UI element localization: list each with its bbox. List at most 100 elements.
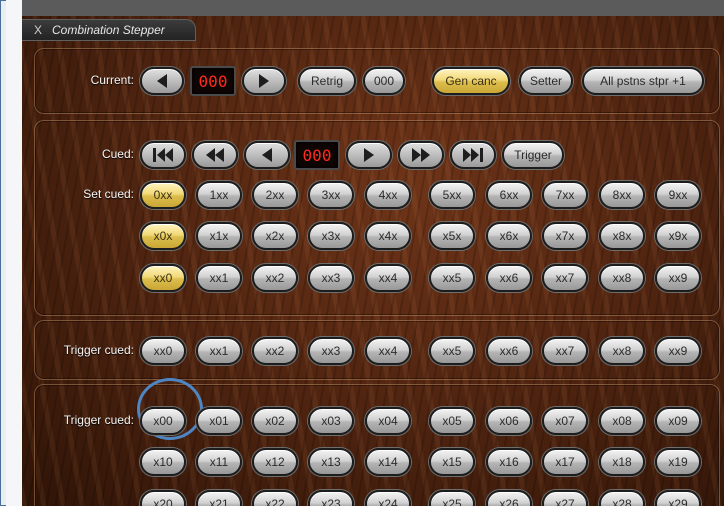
trigger-cued-x15-button[interactable]: x15	[429, 448, 475, 476]
trigger-cued-xx1-button[interactable]: xx1	[196, 337, 242, 365]
trigger-cued-x13-button[interactable]: x13	[308, 448, 354, 476]
set-cued-x6x-button[interactable]: x6x	[486, 222, 532, 250]
set-cued-xx5-button[interactable]: xx5	[429, 264, 475, 292]
current-label: Current:	[90, 73, 134, 87]
trigger-cued-x25-button[interactable]: x25	[429, 490, 475, 506]
set-cued-5xx-button[interactable]: 5xx	[429, 181, 475, 209]
set-cued-3xx-button[interactable]: 3xx	[308, 181, 354, 209]
cued-prev-button[interactable]	[244, 141, 290, 169]
set-cued-xx4-button[interactable]: xx4	[365, 264, 411, 292]
trigger-cued-x04-button[interactable]: x04	[365, 407, 411, 435]
combination-stepper-panel: X Combination Stepper Current: 000 Retri…	[22, 16, 724, 506]
set-cued-x4x-button[interactable]: x4x	[365, 222, 411, 250]
set-cued-xx7-button[interactable]: xx7	[542, 264, 588, 292]
current-prev-button[interactable]	[140, 67, 184, 95]
trigger-cued-x21-button[interactable]: x21	[196, 490, 242, 506]
cued-rewind-button[interactable]	[192, 141, 238, 169]
trigger-cued-grid-label: Trigger cued:	[63, 413, 134, 427]
trigger-cued-x20-button[interactable]: x20	[140, 490, 186, 506]
trigger-cued-xx3-button[interactable]: xx3	[308, 337, 354, 365]
trigger-cued-x27-button[interactable]: x27	[542, 490, 588, 506]
set-cued-xx8-button[interactable]: xx8	[599, 264, 645, 292]
set-cued-x7x-button[interactable]: x7x	[542, 222, 588, 250]
set-cued-xx3-button[interactable]: xx3	[308, 264, 354, 292]
trigger-cued-x12-button[interactable]: x12	[252, 448, 298, 476]
triangle-right-icon	[259, 74, 269, 88]
cued-counter: 000	[294, 140, 340, 170]
window-title: Combination Stepper	[52, 23, 165, 37]
trigger-cued-xx4-button[interactable]: xx4	[365, 337, 411, 365]
trigger-cued-x22-button[interactable]: x22	[252, 490, 298, 506]
trigger-cued-x26-button[interactable]: x26	[486, 490, 532, 506]
trigger-cued-xx0-button[interactable]: xx0	[140, 337, 186, 365]
triangle-left-icon	[262, 148, 272, 162]
trigger-cued-x03-button[interactable]: x03	[308, 407, 354, 435]
set-cued-x1x-button[interactable]: x1x	[196, 222, 242, 250]
set-cued-1xx-button[interactable]: 1xx	[196, 181, 242, 209]
trigger-cued-xx5-button[interactable]: xx5	[429, 337, 475, 365]
trigger-cued-x28-button[interactable]: x28	[599, 490, 645, 506]
trigger-cued-x10-button[interactable]: x10	[140, 448, 186, 476]
retrig-button[interactable]: Retrig	[298, 67, 356, 95]
trigger-cued-xx9-button[interactable]: xx9	[655, 337, 701, 365]
all-pstns-stpr-button[interactable]: All pstns stpr +1	[582, 67, 704, 95]
trigger-cued-x24-button[interactable]: x24	[365, 490, 411, 506]
set-cued-x8x-button[interactable]: x8x	[599, 222, 645, 250]
set-cued-x3x-button[interactable]: x3x	[308, 222, 354, 250]
set-cued-xx6-button[interactable]: xx6	[486, 264, 532, 292]
trigger-cued-units-label: Trigger cued:	[63, 343, 134, 357]
trigger-cued-x29-button[interactable]: x29	[655, 490, 701, 506]
trigger-button[interactable]: Trigger	[502, 141, 564, 169]
trigger-cued-x00-button[interactable]: x00	[140, 407, 186, 435]
trigger-cued-xx2-button[interactable]: xx2	[252, 337, 298, 365]
trigger-cued-x17-button[interactable]: x17	[542, 448, 588, 476]
trigger-cued-x23-button[interactable]: x23	[308, 490, 354, 506]
trigger-cued-x16-button[interactable]: x16	[486, 448, 532, 476]
trigger-cued-x11-button[interactable]: x11	[196, 448, 242, 476]
trigger-cued-xx8-button[interactable]: xx8	[599, 337, 645, 365]
set-cued-8xx-button[interactable]: 8xx	[599, 181, 645, 209]
top-strip	[22, 0, 724, 17]
left-gutter	[6, 0, 23, 506]
set-cued-9xx-button[interactable]: 9xx	[655, 181, 701, 209]
set-cued-0xx-button[interactable]: 0xx	[140, 181, 186, 209]
set-cued-xx2-button[interactable]: xx2	[252, 264, 298, 292]
current-next-button[interactable]	[242, 67, 286, 95]
trigger-cued-x19-button[interactable]: x19	[655, 448, 701, 476]
set-cued-6xx-button[interactable]: 6xx	[486, 181, 532, 209]
trigger-cued-x14-button[interactable]: x14	[365, 448, 411, 476]
set-cued-x0x-button[interactable]: x0x	[140, 222, 186, 250]
set-cued-xx1-button[interactable]: xx1	[196, 264, 242, 292]
trigger-cued-x05-button[interactable]: x05	[429, 407, 475, 435]
set-cued-2xx-button[interactable]: 2xx	[252, 181, 298, 209]
set-cued-x2x-button[interactable]: x2x	[252, 222, 298, 250]
cued-last-button[interactable]	[450, 141, 496, 169]
set-cued-x5x-button[interactable]: x5x	[429, 222, 475, 250]
setter-button[interactable]: Setter	[519, 67, 573, 95]
gen-canc-button[interactable]: Gen canc	[432, 67, 510, 95]
triangle-right-icon	[364, 148, 374, 162]
trigger-cued-x18-button[interactable]: x18	[599, 448, 645, 476]
zero-button[interactable]: 000	[363, 67, 405, 95]
trigger-cued-x01-button[interactable]: x01	[196, 407, 242, 435]
trigger-cued-x02-button[interactable]: x02	[252, 407, 298, 435]
trigger-cued-xx6-button[interactable]: xx6	[486, 337, 532, 365]
cued-next-button[interactable]	[346, 141, 392, 169]
close-icon[interactable]: X	[34, 23, 42, 37]
set-cued-7xx-button[interactable]: 7xx	[542, 181, 588, 209]
trigger-cued-x07-button[interactable]: x07	[542, 407, 588, 435]
trigger-cued-grid-section	[34, 384, 720, 506]
trigger-cued-x08-button[interactable]: x08	[599, 407, 645, 435]
set-cued-xx0-button[interactable]: xx0	[140, 264, 186, 292]
triangle-left-icon	[157, 74, 167, 88]
trigger-cued-xx7-button[interactable]: xx7	[542, 337, 588, 365]
double-left-bar-icon	[153, 148, 173, 162]
set-cued-x9x-button[interactable]: x9x	[655, 222, 701, 250]
trigger-cued-x09-button[interactable]: x09	[655, 407, 701, 435]
set-cued-4xx-button[interactable]: 4xx	[365, 181, 411, 209]
cued-forward-button[interactable]	[398, 141, 444, 169]
window-title-tab: X Combination Stepper	[22, 19, 196, 41]
set-cued-xx9-button[interactable]: xx9	[655, 264, 701, 292]
cued-first-button[interactable]	[140, 141, 186, 169]
trigger-cued-x06-button[interactable]: x06	[486, 407, 532, 435]
